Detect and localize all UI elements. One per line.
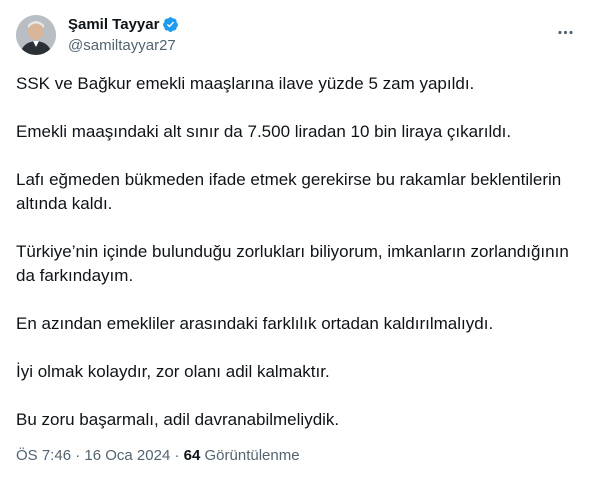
meta-separator: ·: [75, 447, 81, 464]
tweet-paragraph: Bu zoru başarmalı, adil davranabilmeliyd…: [16, 410, 340, 429]
more-options-icon[interactable]: [548, 15, 582, 49]
tweet-card: Şamil Tayyar @samiltayyar27 SSK ve Bağku…: [0, 0, 598, 482]
verified-badge-icon[interactable]: [162, 16, 179, 33]
tweet-paragraph: En azından emekliler arasındaki farklılı…: [16, 314, 494, 333]
meta-separator: ·: [174, 447, 180, 464]
tweet-paragraph: İyi olmak kolaydır, zor olanı adil kalma…: [16, 362, 330, 381]
tweet-date: 16 Oca 2024: [84, 447, 171, 464]
tweet-paragraph: Emekli maaşındaki alt sınır da 7.500 lir…: [16, 122, 512, 141]
author-handle[interactable]: @samiltayyar27: [68, 36, 179, 56]
tweet-timestamp[interactable]: ÖS 7:46 · 16 Oca 2024: [16, 447, 170, 464]
avatar[interactable]: [16, 15, 56, 55]
tweet-time: ÖS 7:46: [16, 447, 72, 464]
views-label: Görüntülenme: [204, 447, 300, 464]
name-row: Şamil Tayyar: [68, 15, 179, 35]
tweet-paragraph: Türkiye’nin içinde bulunduğu zorlukları …: [16, 242, 569, 285]
tweet-meta: ÖS 7:46 · 16 Oca 2024 · 64 Görüntülenme: [16, 446, 300, 466]
views-count: 64: [183, 447, 201, 464]
tweet-paragraph: SSK ve Bağkur emekli maaşlarına ilave yü…: [16, 74, 475, 93]
avatar-image: [16, 15, 56, 55]
tweet-paragraph: Lafı eğmeden bükmeden ifade etmek gereki…: [16, 170, 562, 213]
author-names: Şamil Tayyar @samiltayyar27: [68, 15, 179, 56]
tweet-header: Şamil Tayyar @samiltayyar27: [16, 13, 582, 57]
display-name[interactable]: Şamil Tayyar: [68, 16, 159, 33]
